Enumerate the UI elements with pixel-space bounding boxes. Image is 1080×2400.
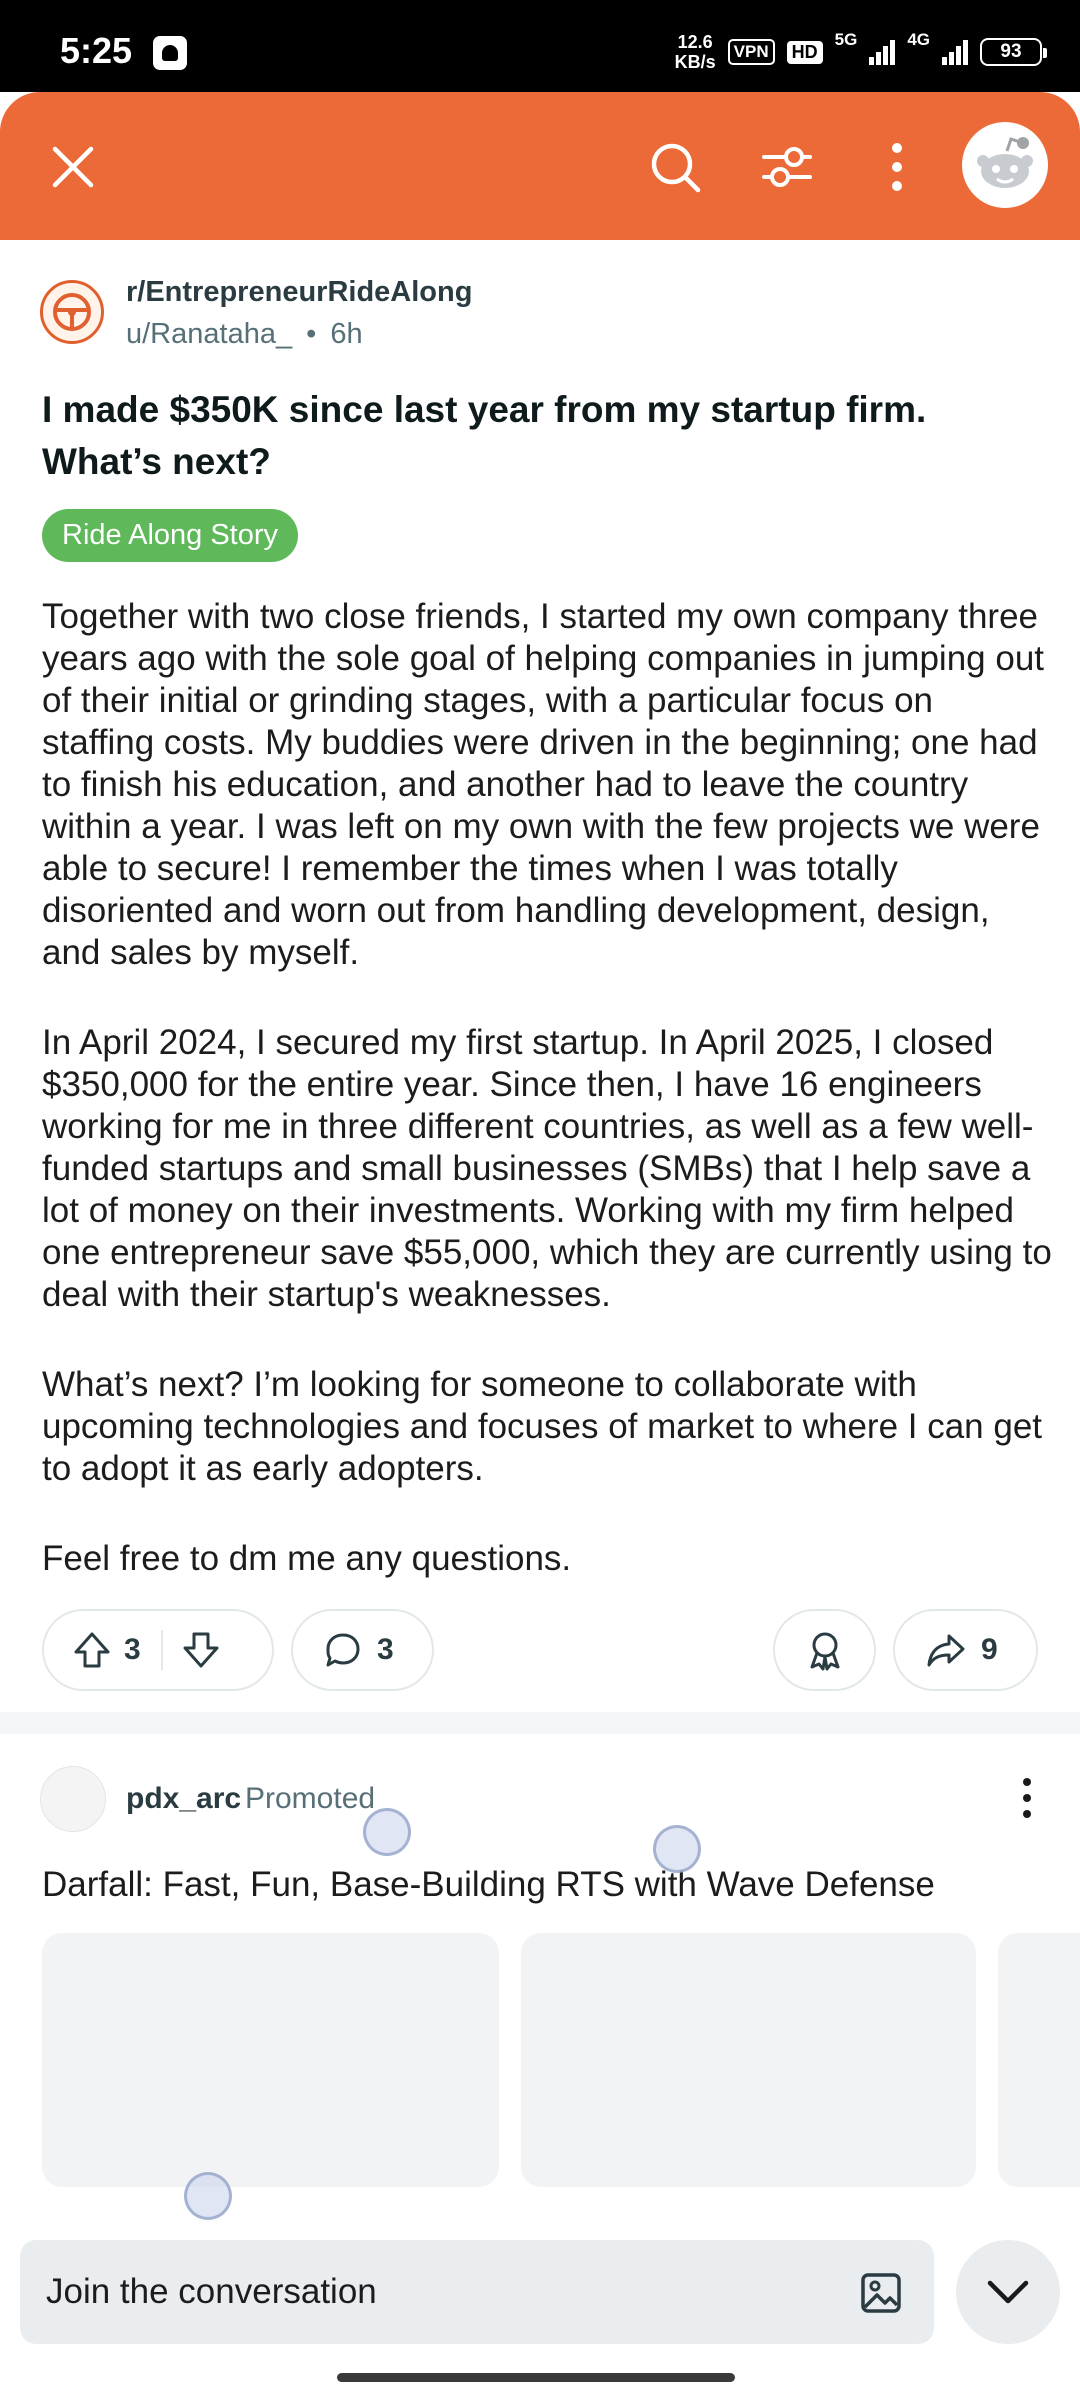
post-paragraph: Together with two close friends, I start… [42,597,1045,972]
share-icon [927,1634,965,1667]
status-time: 5:25 [60,30,133,71]
network-speed-value: 12.6 [677,32,713,52]
comment-count: 3 [377,1633,394,1666]
promoted-label: Promoted [245,1782,376,1815]
status-bar: 5:25 12.6 KB/s VPN HD 5G 4G 93 [0,0,1080,92]
award-icon [810,1632,839,1671]
touch-indicator [184,2172,232,2220]
join-conversation-input[interactable]: Join the conversation [20,2240,934,2344]
post-paragraph: What’s next? I’m looking for someone to … [42,1365,1043,1488]
advertiser-name[interactable]: pdx_arc [126,1782,241,1816]
status-indicators: 12.6 KB/s VPN HD 5G 4G 93 [675,30,1047,74]
add-image-button[interactable] [856,2268,906,2318]
promoted-image-card[interactable] [521,1933,976,2187]
subreddit-name[interactable]: r/EntrepreneurRideAlong [126,276,472,309]
battery-level: 93 [1000,41,1022,62]
close-button[interactable] [38,132,108,202]
comment-input-placeholder: Join the conversation [46,2272,377,2311]
sort-filter-icon [762,147,812,187]
award-button[interactable] [773,1609,876,1691]
feed-separator [0,1712,1080,1734]
collapse-button[interactable] [956,2240,1060,2344]
more-vertical-icon [892,143,902,191]
promoted-more-button[interactable] [1002,1768,1052,1828]
touch-indicator [653,1825,701,1873]
post-header-bar [0,92,1080,240]
post-flair[interactable]: Ride Along Story [42,509,299,562]
network-type-5g: 5G [834,30,858,49]
more-vertical-icon [1023,1794,1031,1802]
share-button[interactable]: 9 [893,1609,1038,1691]
more-vertical-icon [1023,1778,1031,1786]
promoted-image-card[interactable] [998,1933,1080,2187]
meta-separator: • [306,318,317,350]
post-age: 6h [330,318,363,350]
upvote-icon[interactable] [72,1630,112,1670]
network-speed-unit: KB/s [674,52,716,72]
comments-button[interactable]: 3 [291,1609,434,1691]
vote-control: 3 [42,1609,274,1691]
post-body: Together with two close friends, I start… [42,596,1052,1628]
post-title: I made $350K since last year from my sta… [42,389,927,482]
vpn-badge: VPN [727,39,775,65]
more-vertical-icon [1023,1810,1031,1818]
steering-wheel-icon [53,293,91,331]
image-icon [861,2273,901,2313]
post-paragraph: Feel free to dm me any questions. [42,1539,572,1578]
share-count: 9 [981,1633,998,1666]
search-button[interactable] [640,132,710,202]
vote-divider [160,1630,163,1670]
more-options-button[interactable] [862,132,932,202]
chevron-down-icon [987,2280,1029,2304]
signal-icon [942,39,968,65]
user-avatar-button[interactable] [962,122,1048,208]
promoted-image-card[interactable] [42,1933,499,2187]
comment-composer-bar: Join the conversation [0,2220,1080,2400]
advertiser-avatar[interactable] [40,1766,106,1832]
post-meta: u/Ranataha_ • 6h [126,318,363,351]
downvote-icon[interactable] [181,1630,221,1670]
sort-filter-button[interactable] [752,132,822,202]
network-speed: 12.6 KB/s [675,32,716,72]
promoted-title[interactable]: Darfall: Fast, Fun, Base-Building RTS wi… [42,1865,935,1905]
close-icon [52,146,94,188]
author-name[interactable]: u/Ranataha_ [126,318,292,350]
upvote-count: 3 [124,1633,141,1666]
snoo-avatar-icon [977,137,1033,188]
notification-app-icon [153,36,187,70]
home-indicator[interactable] [337,2373,735,2382]
hd-badge: HD [786,40,823,64]
touch-indicator [363,1808,411,1856]
subreddit-icon[interactable] [40,280,104,344]
post-paragraph: In April 2024, I secured my first startu… [42,1023,1052,1314]
battery-icon: 93 [980,38,1047,66]
signal-icon [869,39,896,65]
network-type-4g: 4G [907,30,930,49]
comment-icon [326,1633,360,1667]
search-icon [651,143,701,193]
